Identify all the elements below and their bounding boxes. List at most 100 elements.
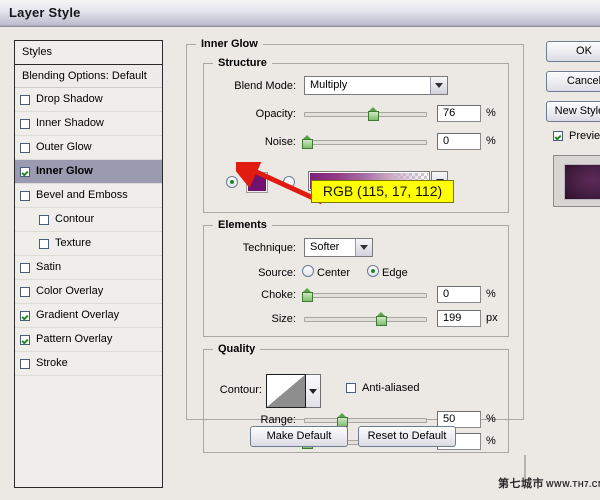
checkbox-preview[interactable] bbox=[553, 131, 563, 141]
styles-panel-header: Styles bbox=[15, 41, 162, 65]
choke-unit: % bbox=[486, 288, 496, 300]
blend-mode-value: Multiply bbox=[310, 79, 347, 91]
noise-slider-thumb[interactable] bbox=[302, 135, 313, 149]
cancel-button[interactable]: Cancel bbox=[546, 71, 600, 92]
blending-options-row[interactable]: Blending Options: Default bbox=[15, 65, 162, 88]
style-item-bevel-and-emboss[interactable]: Bevel and Emboss bbox=[15, 184, 162, 208]
noise-unit: % bbox=[486, 135, 496, 147]
checkbox-pattern-overlay[interactable] bbox=[20, 335, 30, 345]
source-label: Source: bbox=[204, 267, 296, 279]
style-item-label: Satin bbox=[36, 256, 61, 279]
layer-style-dialog: Layer Style Styles Blending Options: Def… bbox=[0, 0, 600, 500]
source-center-radio[interactable] bbox=[302, 265, 314, 277]
style-item-label: Contour bbox=[55, 208, 94, 231]
checkbox-drop-shadow[interactable] bbox=[20, 95, 30, 105]
checkbox-anti-aliased[interactable] bbox=[346, 383, 356, 393]
style-item-inner-shadow[interactable]: Inner Shadow bbox=[15, 112, 162, 136]
anti-aliased-label: Anti-aliased bbox=[362, 382, 419, 394]
choke-input[interactable]: 0 bbox=[437, 286, 481, 303]
checkbox-inner-glow[interactable] bbox=[20, 167, 30, 177]
reset-to-default-button[interactable]: Reset to Default bbox=[358, 426, 456, 447]
checkbox-satin[interactable] bbox=[20, 263, 30, 273]
anti-aliased-row[interactable]: Anti-aliased bbox=[346, 382, 419, 394]
contour-picker-chevron-down-icon[interactable] bbox=[306, 374, 321, 408]
style-item-outer-glow[interactable]: Outer Glow bbox=[15, 136, 162, 160]
style-item-label: Color Overlay bbox=[36, 280, 103, 303]
noise-label: Noise: bbox=[204, 136, 296, 148]
opacity-slider-track[interactable] bbox=[304, 112, 427, 117]
opacity-input[interactable]: 76 bbox=[437, 105, 481, 122]
checkbox-color-overlay[interactable] bbox=[20, 287, 30, 297]
source-edge-label: Edge bbox=[382, 267, 408, 279]
style-item-stroke[interactable]: Stroke bbox=[15, 352, 162, 376]
style-item-drop-shadow[interactable]: Drop Shadow bbox=[15, 88, 162, 112]
choke-slider-track[interactable] bbox=[304, 293, 427, 298]
jitter-unit: % bbox=[486, 435, 496, 447]
size-input[interactable]: 199 bbox=[437, 310, 481, 327]
style-item-label: Drop Shadow bbox=[36, 88, 103, 111]
range-slider-track[interactable] bbox=[304, 418, 427, 423]
range-unit: % bbox=[486, 413, 496, 425]
style-item-label: Stroke bbox=[36, 352, 68, 375]
style-item-label: Bevel and Emboss bbox=[36, 184, 128, 207]
watermark: 第七城市 WWW.TH7.CN bbox=[498, 474, 598, 496]
new-style-button[interactable]: New Style... bbox=[546, 101, 600, 122]
style-item-pattern-overlay[interactable]: Pattern Overlay bbox=[15, 328, 162, 352]
checkbox-contour[interactable] bbox=[39, 215, 49, 225]
style-item-contour[interactable]: Contour bbox=[15, 208, 162, 232]
title-bar: Layer Style bbox=[0, 0, 600, 27]
style-item-inner-glow[interactable]: Inner Glow bbox=[15, 160, 162, 184]
checkbox-inner-shadow[interactable] bbox=[20, 119, 30, 129]
source-edge-radio[interactable] bbox=[367, 265, 379, 277]
annotation-callout: RGB (115, 17, 112) bbox=[311, 180, 454, 203]
contour-curve-icon bbox=[267, 375, 305, 407]
preview-checkbox-row[interactable]: Preview bbox=[553, 130, 600, 142]
style-item-texture[interactable]: Texture bbox=[15, 232, 162, 256]
choke-label: Choke: bbox=[204, 289, 296, 301]
inner-glow-group: Inner Glow Structure Blend Mode: Multipl… bbox=[186, 44, 524, 420]
opacity-label: Opacity: bbox=[204, 108, 296, 120]
window-title: Layer Style bbox=[9, 5, 81, 20]
style-item-label: Gradient Overlay bbox=[36, 304, 119, 327]
size-slider-track[interactable] bbox=[304, 317, 427, 322]
source-center-label: Center bbox=[317, 267, 350, 279]
chevron-down-icon[interactable] bbox=[355, 239, 372, 256]
style-item-label: Inner Glow bbox=[36, 160, 93, 183]
noise-input[interactable]: 0 bbox=[437, 133, 481, 150]
style-item-label: Texture bbox=[55, 232, 91, 255]
ok-button[interactable]: OK bbox=[546, 41, 600, 62]
style-item-color-overlay[interactable]: Color Overlay bbox=[15, 280, 162, 304]
preview-swatch bbox=[564, 164, 600, 200]
technique-dropdown[interactable]: Softer bbox=[304, 238, 373, 257]
preview-label: Preview bbox=[569, 130, 600, 142]
style-item-satin[interactable]: Satin bbox=[15, 256, 162, 280]
checkbox-bevel-and-emboss[interactable] bbox=[20, 191, 30, 201]
range-slider-thumb[interactable] bbox=[337, 413, 348, 427]
style-item-gradient-overlay[interactable]: Gradient Overlay bbox=[15, 304, 162, 328]
chevron-down-icon[interactable] bbox=[430, 77, 447, 94]
opacity-slider-thumb[interactable] bbox=[368, 107, 379, 121]
size-label: Size: bbox=[204, 313, 296, 325]
checkbox-gradient-overlay[interactable] bbox=[20, 311, 30, 321]
blend-mode-dropdown[interactable]: Multiply bbox=[304, 76, 448, 95]
choke-slider-thumb[interactable] bbox=[302, 288, 313, 302]
blend-mode-label: Blend Mode: bbox=[204, 80, 296, 92]
technique-label: Technique: bbox=[204, 242, 296, 254]
contour-thumbnail[interactable] bbox=[266, 374, 306, 408]
styles-panel: Styles Blending Options: Default Drop Sh… bbox=[14, 40, 163, 488]
checkbox-stroke[interactable] bbox=[20, 359, 30, 369]
preview-thumbnail bbox=[553, 155, 600, 207]
size-unit: px bbox=[486, 312, 498, 324]
watermark-site-name: 第七城市 bbox=[498, 475, 544, 491]
quality-group: Quality Contour: Anti-aliased Range: 50 bbox=[203, 349, 509, 453]
size-slider-thumb[interactable] bbox=[376, 312, 387, 326]
technique-value: Softer bbox=[310, 241, 339, 253]
watermark-url: WWW.TH7.CN bbox=[546, 480, 600, 489]
checkbox-texture[interactable] bbox=[39, 239, 49, 249]
style-item-label: Inner Shadow bbox=[36, 112, 104, 135]
make-default-button[interactable]: Make Default bbox=[250, 426, 348, 447]
noise-slider-track[interactable] bbox=[304, 140, 427, 145]
style-item-label: Outer Glow bbox=[36, 136, 92, 159]
checkbox-outer-glow[interactable] bbox=[20, 143, 30, 153]
opacity-unit: % bbox=[486, 107, 496, 119]
